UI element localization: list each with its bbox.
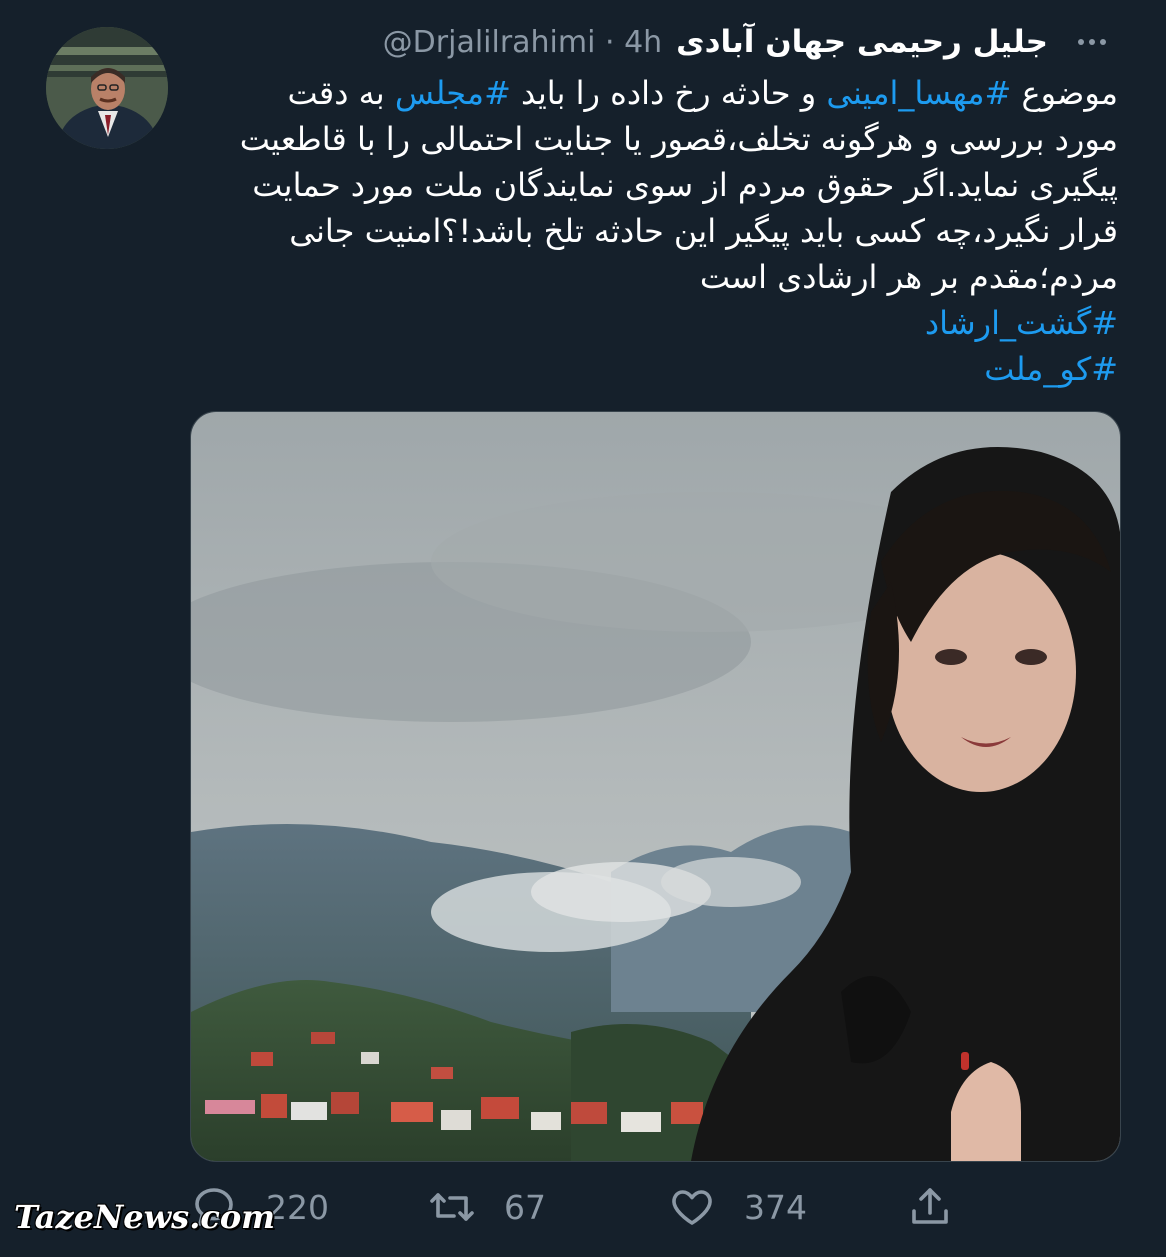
tweet-text-segment: مردم؛مقدم بر هر ارشادی است	[699, 258, 1118, 296]
tweet-action-bar: 220 67 374	[190, 1172, 1118, 1242]
avatar-photo	[46, 27, 168, 149]
hashtag-link[interactable]: #مهسا_امینی	[826, 74, 1011, 112]
more-options-button[interactable]	[1070, 29, 1114, 55]
share-button[interactable]	[906, 1172, 954, 1242]
like-button[interactable]: 374	[668, 1172, 807, 1242]
more-dot	[1100, 39, 1106, 45]
retweet-icon	[430, 1193, 474, 1221]
watermark-logo: TazeNews.com	[14, 1198, 276, 1236]
heart-icon	[672, 1190, 712, 1225]
tweet-text-line: موضوع #مهسا_امینی و حادثه رخ داده را بای…	[190, 70, 1119, 116]
author-avatar[interactable]	[46, 27, 168, 149]
retweet-count: 67	[504, 1187, 546, 1227]
author-display-name[interactable]: جلیل رحیمی جهان آبادی	[676, 24, 1048, 60]
more-horizontal-icon	[1078, 39, 1084, 45]
tweet-text-segment: به دقت	[287, 74, 395, 112]
more-dot	[1089, 39, 1095, 45]
tweet-text-segment: موضوع	[1011, 74, 1118, 112]
reply-count: 220	[266, 1187, 329, 1227]
tweet-text-segment: پیگیری نماید.اگر حقوق مردم از سوی نمایند…	[252, 166, 1118, 204]
tweet-text-line: پیگیری نماید.اگر حقوق مردم از سوی نمایند…	[190, 162, 1118, 208]
tweet-media-photo[interactable]	[190, 411, 1121, 1162]
tweet-text-segment: و حادثه رخ داده را باید	[510, 74, 827, 112]
tweet-text-line: #کو_ملت	[190, 346, 1118, 392]
photo-image	[191, 412, 1120, 1161]
hashtag-link[interactable]: #گشت_ارشاد	[925, 304, 1118, 342]
tweet-text-line: مورد بررسی و هرگونه تخلف،قصور یا جنایت ا…	[190, 116, 1118, 162]
tweet-text-line: #گشت_ارشاد	[190, 300, 1118, 346]
tweet-text-segment: قرار نگیرد،چه کسی باید پیگیر این حادثه ت…	[289, 212, 1118, 250]
like-count: 374	[744, 1187, 807, 1227]
share-icon	[912, 1188, 948, 1224]
tweet-text: موضوع #مهسا_امینی و حادثه رخ داده را بای…	[190, 70, 1118, 392]
tweet-text-line: مردم؛مقدم بر هر ارشادی است	[190, 254, 1118, 300]
hashtag-link[interactable]: #کو_ملت	[984, 350, 1118, 388]
author-handle-time[interactable]: @Drjalilrahimi · 4h	[383, 25, 663, 60]
tweet-header: @Drjalilrahimi · 4h جلیل رحیمی جهان آباد…	[190, 20, 1048, 64]
tweet-text-segment: مورد بررسی و هرگونه تخلف،قصور یا جنایت ا…	[239, 120, 1118, 158]
tweet-text-line: قرار نگیرد،چه کسی باید پیگیر این حادثه ت…	[190, 208, 1118, 254]
hashtag-link[interactable]: #مجلس	[395, 74, 511, 112]
retweet-button[interactable]: 67	[428, 1172, 546, 1242]
